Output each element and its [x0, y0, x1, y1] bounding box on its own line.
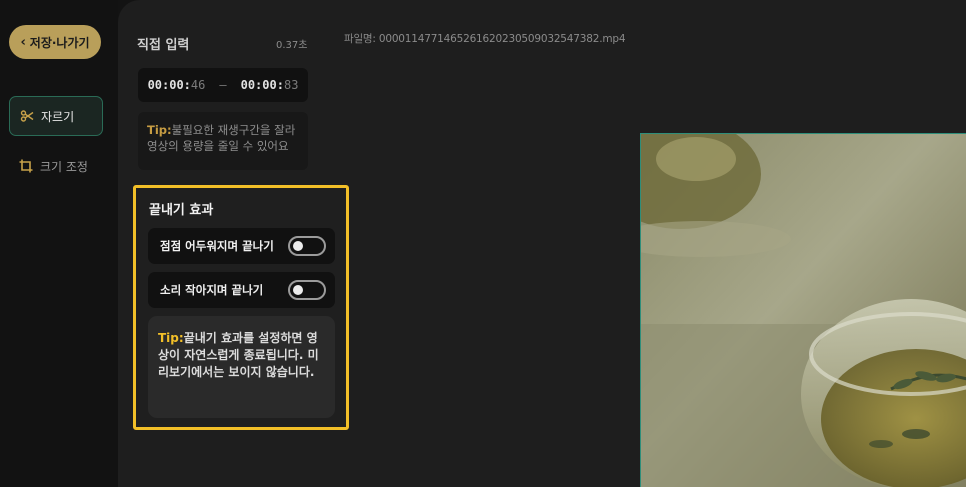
range-separator: –: [219, 78, 227, 92]
preview-frame-image: [641, 134, 966, 487]
trim-tip: Tip:불필요한 재생구간을 잘라 영상의 용량을 줄일 수 있어요: [138, 112, 308, 170]
video-preview[interactable]: [640, 133, 966, 487]
tip-label: Tip:: [147, 123, 172, 137]
save-exit-label: 저장·나가기: [29, 35, 90, 50]
volume-fade-label: 소리 작아지며 끝나기: [160, 283, 264, 297]
scissors-icon: [20, 109, 34, 123]
fade-out-option[interactable]: 점점 어두워지며 끝나기: [148, 228, 335, 264]
save-exit-button[interactable]: ‹ 저장·나가기: [9, 25, 101, 59]
start-time[interactable]: 00:00:46: [148, 78, 206, 92]
time-range-input[interactable]: 00:00:46 – 00:00:83: [138, 68, 308, 102]
tool-resize-label: 크기 조정: [40, 159, 88, 174]
toggle-knob: [293, 285, 303, 295]
direct-input-title: 직접 입력: [137, 38, 190, 53]
end-effect-section: 끝내기 효과 점점 어두워지며 끝나기 소리 작아지며 끝나기 Tip:끝내기 …: [133, 185, 349, 430]
trim-duration: 0.37초: [276, 40, 308, 51]
volume-fade-option[interactable]: 소리 작아지며 끝나기: [148, 272, 335, 308]
file-name: 파일명: 000011477146526162023050903254738​2…: [344, 33, 626, 45]
end-effect-tip: Tip:끝내기 효과를 설정하면 영상이 자연스럽게 종료됩니다. 미리보기에서…: [148, 316, 335, 418]
end-effect-title: 끝내기 효과: [149, 203, 214, 218]
left-rail: ‹ 저장·나가기 자르기 크기 조정: [0, 0, 118, 487]
volume-fade-toggle[interactable]: [288, 280, 326, 300]
tool-trim[interactable]: 자르기: [9, 96, 103, 136]
fade-out-label: 점점 어두워지며 끝나기: [160, 239, 274, 253]
fade-out-toggle[interactable]: [288, 236, 326, 256]
end-time[interactable]: 00:00:83: [241, 78, 299, 92]
toggle-knob: [293, 241, 303, 251]
chevron-left-icon: ‹: [20, 34, 26, 50]
tool-resize[interactable]: 크기 조정: [9, 146, 103, 186]
tip-label: Tip:: [158, 331, 184, 345]
crop-icon: [19, 159, 33, 173]
tool-trim-label: 자르기: [41, 109, 75, 124]
